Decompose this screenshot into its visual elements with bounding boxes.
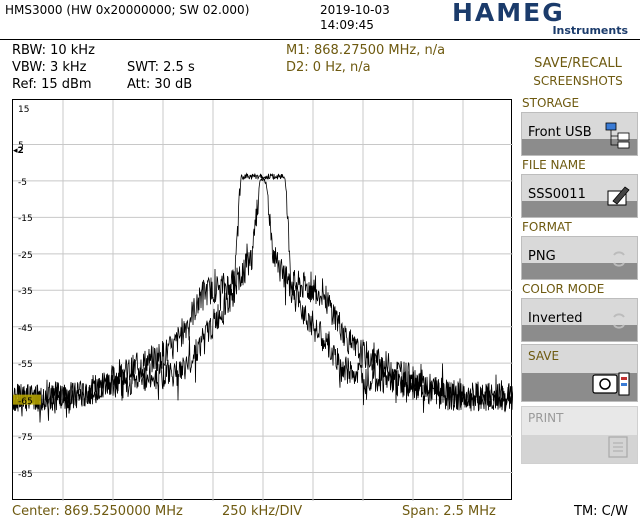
y-tick-label: -5 <box>18 177 27 188</box>
span-readout: Span: 2.5 MHz <box>402 504 496 519</box>
trace-mode: TM: C/W <box>574 504 628 519</box>
print-softkey[interactable]: PRINT <box>521 406 638 464</box>
swt-readout: SWT: 2.5 s <box>127 60 195 75</box>
spectrum-svg <box>13 100 513 501</box>
storage-value: Front USB <box>528 125 592 140</box>
frequency-division: 250 kHz/DIV <box>222 504 303 519</box>
edit-pencil-icon <box>607 186 630 206</box>
rotary-knob-icon <box>613 313 625 329</box>
menu-title: SAVE/RECALL <box>534 56 622 71</box>
y-tick-label: -75 <box>18 433 33 444</box>
print-label: PRINT <box>528 411 564 425</box>
storage-label: STORAGE <box>522 96 580 110</box>
attenuation-readout: Att: 30 dB <box>127 77 193 92</box>
save-softkey[interactable]: SAVE <box>521 344 638 402</box>
marker1-readout: M1: 868.27500 MHz, n/a <box>286 43 446 58</box>
colormode-value: Inverted <box>528 311 583 326</box>
colormode-softkey[interactable]: Inverted <box>521 298 638 342</box>
rbw-readout: RBW: 10 kHz <box>12 43 95 58</box>
ref-level-readout: Ref: 15 dBm <box>12 77 92 92</box>
printer-icon <box>608 436 628 458</box>
format-label: FORMAT <box>522 220 572 234</box>
y-tick-label: -45 <box>18 323 33 334</box>
center-frequency: Center: 869.5250000 MHz <box>12 504 183 519</box>
date-text: 2019-10-03 <box>320 3 390 17</box>
y-tick-label: -65 <box>18 396 33 407</box>
filename-label: FILE NAME <box>522 158 586 172</box>
filename-softkey[interactable]: SSS0011 <box>521 174 638 218</box>
title-bar: HMS3000 (HW 0x20000000; SW 02.000) 2019-… <box>0 0 640 40</box>
rotary-knob-icon <box>613 251 625 267</box>
model-info: HMS3000 (HW 0x20000000; SW 02.000) <box>5 3 250 17</box>
save-label: SAVE <box>528 349 560 363</box>
format-softkey[interactable]: PNG <box>521 236 638 280</box>
menu-subtitle: SCREENSHOTS <box>533 74 623 88</box>
vbw-readout: VBW: 3 kHz <box>12 60 87 75</box>
y-tick-label: -55 <box>18 360 33 371</box>
reference-marker: ◂2 <box>13 146 24 156</box>
camera-icon <box>592 372 630 396</box>
folder-tree-icon <box>605 122 630 149</box>
y-tick-label: -25 <box>18 250 33 261</box>
filename-value: SSS0011 <box>528 187 586 202</box>
spectrum-plot[interactable] <box>12 99 513 501</box>
time-text: 14:09:45 <box>320 18 374 32</box>
y-tick-label: -15 <box>18 214 33 225</box>
y-tick-label: 15 <box>18 105 30 115</box>
hameg-logo: HAMEG Instruments <box>452 0 636 38</box>
storage-softkey[interactable]: Front USB <box>521 112 638 156</box>
delta2-readout: D2: 0 Hz, n/a <box>286 60 371 75</box>
datetime: 2019-10-03 14:09:45 <box>320 3 390 33</box>
logo-word: HAMEG <box>452 0 565 27</box>
logo-subtitle: Instruments <box>552 24 628 37</box>
colormode-label: COLOR MODE <box>522 282 605 296</box>
format-value: PNG <box>528 249 556 264</box>
y-tick-label: -35 <box>18 287 33 298</box>
y-tick-label: -85 <box>18 469 33 480</box>
